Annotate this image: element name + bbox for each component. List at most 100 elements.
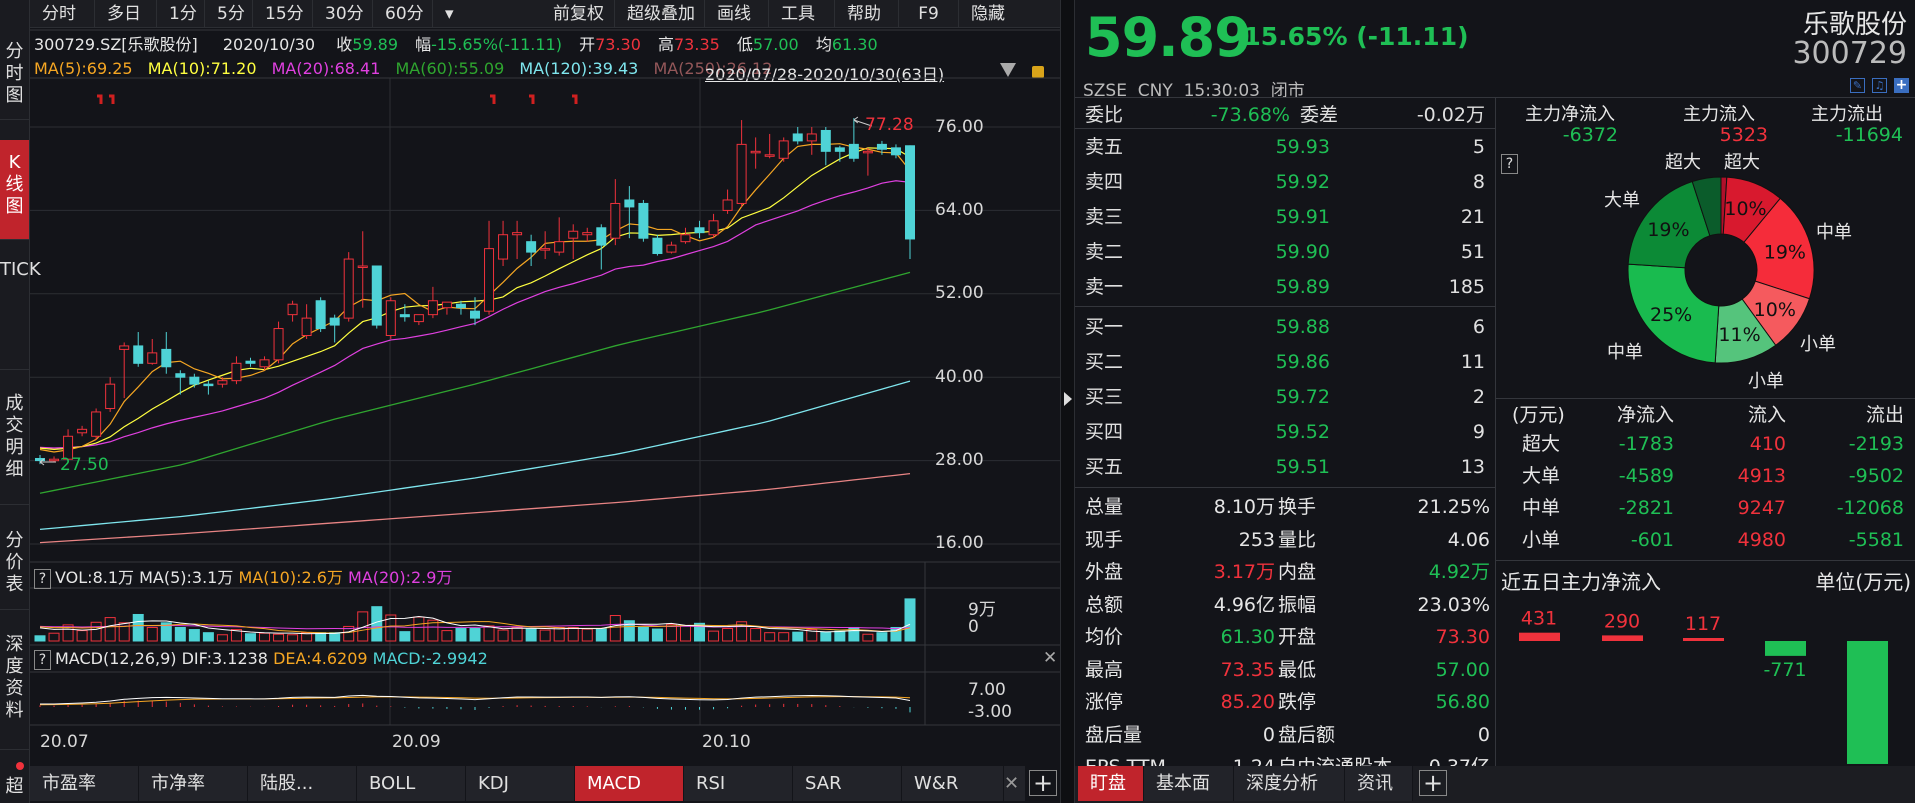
volume-bar <box>455 628 467 642</box>
volume-bar <box>679 624 691 642</box>
add-tab-button[interactable]: + <box>1419 770 1447 796</box>
volume-bar <box>567 626 579 642</box>
stat-label: 总额 <box>1085 593 1124 616</box>
level-volume: 21 <box>1460 206 1485 228</box>
candle-body <box>119 345 130 350</box>
candle-body <box>175 373 186 378</box>
vol-axis-zero: 0 <box>968 617 979 637</box>
level-volume: 9 <box>1472 421 1485 443</box>
volume-bar <box>244 633 256 642</box>
macd-dea: DEA:4.6209 <box>273 649 368 668</box>
volume-bar <box>287 634 299 642</box>
stats-row-partial: EPS TTM 1.24 自由流通股本 0.37亿 <box>1085 752 1490 766</box>
five-day-value: 117 <box>1685 613 1721 635</box>
level-label: 买五 <box>1085 456 1124 478</box>
close-indicator-icon[interactable]: ✕ <box>1043 648 1057 668</box>
candle-body <box>399 314 410 318</box>
stat-value: 4.96亿 <box>1213 593 1275 616</box>
price-tick: 40.00 <box>935 367 984 387</box>
stat-value: 1.24 <box>1233 752 1275 766</box>
last-price: 59.89 <box>1085 6 1252 69</box>
stat-label: EPS TTM <box>1085 752 1166 766</box>
candle-body <box>301 317 312 336</box>
ask-row[interactable]: 卖二 59.90 51 <box>1085 235 1485 270</box>
inflow: 4980 <box>1737 529 1786 551</box>
add-indicator-button[interactable]: + <box>1029 770 1057 796</box>
order-size: 超大 <box>1522 433 1561 455</box>
volume-bar <box>525 628 537 642</box>
tab-wr[interactable]: W&R <box>902 766 1004 801</box>
stat-value: 253 <box>1238 528 1275 551</box>
tab-pe[interactable]: 市盈率 <box>30 766 139 801</box>
tab-rsi[interactable]: RSI <box>684 766 793 801</box>
volume-bar <box>792 631 804 642</box>
volume-bar <box>539 629 551 642</box>
level-volume: 185 <box>1448 276 1485 298</box>
volume-bar <box>146 626 158 642</box>
fund-flow-donut: 10% 19% 10% 11% 25% 19% <box>1627 176 1815 364</box>
flow-table-row: 超大 -1783 410 -2193 <box>1500 432 1910 456</box>
level-volume: 11 <box>1460 351 1485 373</box>
volume-bar <box>441 630 453 642</box>
panel-divider[interactable] <box>1060 0 1075 803</box>
tab-macd[interactable]: MACD <box>575 766 684 801</box>
tab-watch[interactable]: 盯盘 <box>1078 766 1144 801</box>
candle-body <box>329 317 340 326</box>
level-price: 59.88 <box>1275 316 1330 338</box>
volume-bar <box>469 628 481 642</box>
date-tick: 20.07 <box>40 732 89 752</box>
level-volume: 8 <box>1472 171 1485 193</box>
tab-news[interactable]: 资讯 <box>1345 766 1413 801</box>
stock-code-large: 300729 <box>1792 36 1907 71</box>
tab-boll[interactable]: BOLL <box>357 766 466 801</box>
stat-label: 现手 <box>1085 528 1124 551</box>
donut-label: 小单 <box>1800 334 1836 355</box>
ask-row[interactable]: 卖三 59.91 21 <box>1085 200 1485 235</box>
main-outflow-label: 主力流出 <box>1811 104 1883 125</box>
tab-northbound[interactable]: 陆股... <box>248 766 357 801</box>
level-price: 59.86 <box>1275 351 1330 373</box>
five-day-chart: 431 290 117 -771 <box>1519 608 1888 764</box>
tab-super[interactable]: 超 <box>0 770 29 803</box>
help-icon[interactable]: ? <box>34 650 51 670</box>
help-icon[interactable]: ? <box>34 569 51 589</box>
stats-row: 总量 8.10万 换手 21.25% <box>1085 491 1490 524</box>
level-volume: 13 <box>1460 456 1485 478</box>
volume-bar <box>413 616 425 642</box>
candle-body <box>470 310 480 319</box>
bid-row[interactable]: 买一 59.88 6 <box>1085 310 1485 345</box>
volume-bar <box>553 626 565 642</box>
tab-kdj[interactable]: KDJ <box>466 766 575 801</box>
tab-fundamentals[interactable]: 基本面 <box>1144 766 1234 801</box>
bid-row[interactable]: 买五 59.51 13 <box>1085 450 1485 485</box>
candle-body <box>526 241 537 253</box>
volume-bar <box>104 617 116 642</box>
tab-sar[interactable]: SAR <box>793 766 902 801</box>
bid-row[interactable]: 买三 59.72 2 <box>1085 380 1485 415</box>
level-price: 59.51 <box>1275 456 1330 478</box>
ask-row[interactable]: 卖五 59.93 5 <box>1085 130 1485 165</box>
tabs-close-icon[interactable]: ✕ <box>1004 766 1026 801</box>
stat-value: 0 <box>1477 723 1490 746</box>
flow-table-row: 大单 -4589 4913 -9502 <box>1500 464 1910 488</box>
candle-body <box>441 301 452 309</box>
alert-bell-icon[interactable]: ♫ <box>1872 78 1887 93</box>
expand-arrow-icon[interactable] <box>1064 392 1072 406</box>
candle-body <box>820 129 831 152</box>
bid-row[interactable]: 买四 59.52 9 <box>1085 415 1485 450</box>
donut-percent: 19% <box>1764 241 1806 263</box>
bid-row[interactable]: 买二 59.86 11 <box>1085 345 1485 380</box>
signal-marker <box>490 94 496 104</box>
level-label: 卖三 <box>1085 206 1124 228</box>
tab-pb[interactable]: 市净率 <box>139 766 248 801</box>
stat-label: 均价 <box>1085 626 1124 648</box>
outflow: -2193 <box>1848 433 1904 455</box>
ask-row[interactable]: 卖一 59.89 185 <box>1085 270 1485 305</box>
add-watchlist-icon[interactable]: + <box>1894 78 1909 93</box>
ask-row[interactable]: 卖四 59.92 8 <box>1085 165 1485 200</box>
stat-value: 85.20 <box>1220 691 1275 713</box>
tab-deep-analysis[interactable]: 深度分析 <box>1234 766 1345 801</box>
candle-body <box>455 303 466 309</box>
edit-icon[interactable]: ✎ <box>1850 78 1865 93</box>
donut-percent: 10% <box>1724 198 1766 220</box>
